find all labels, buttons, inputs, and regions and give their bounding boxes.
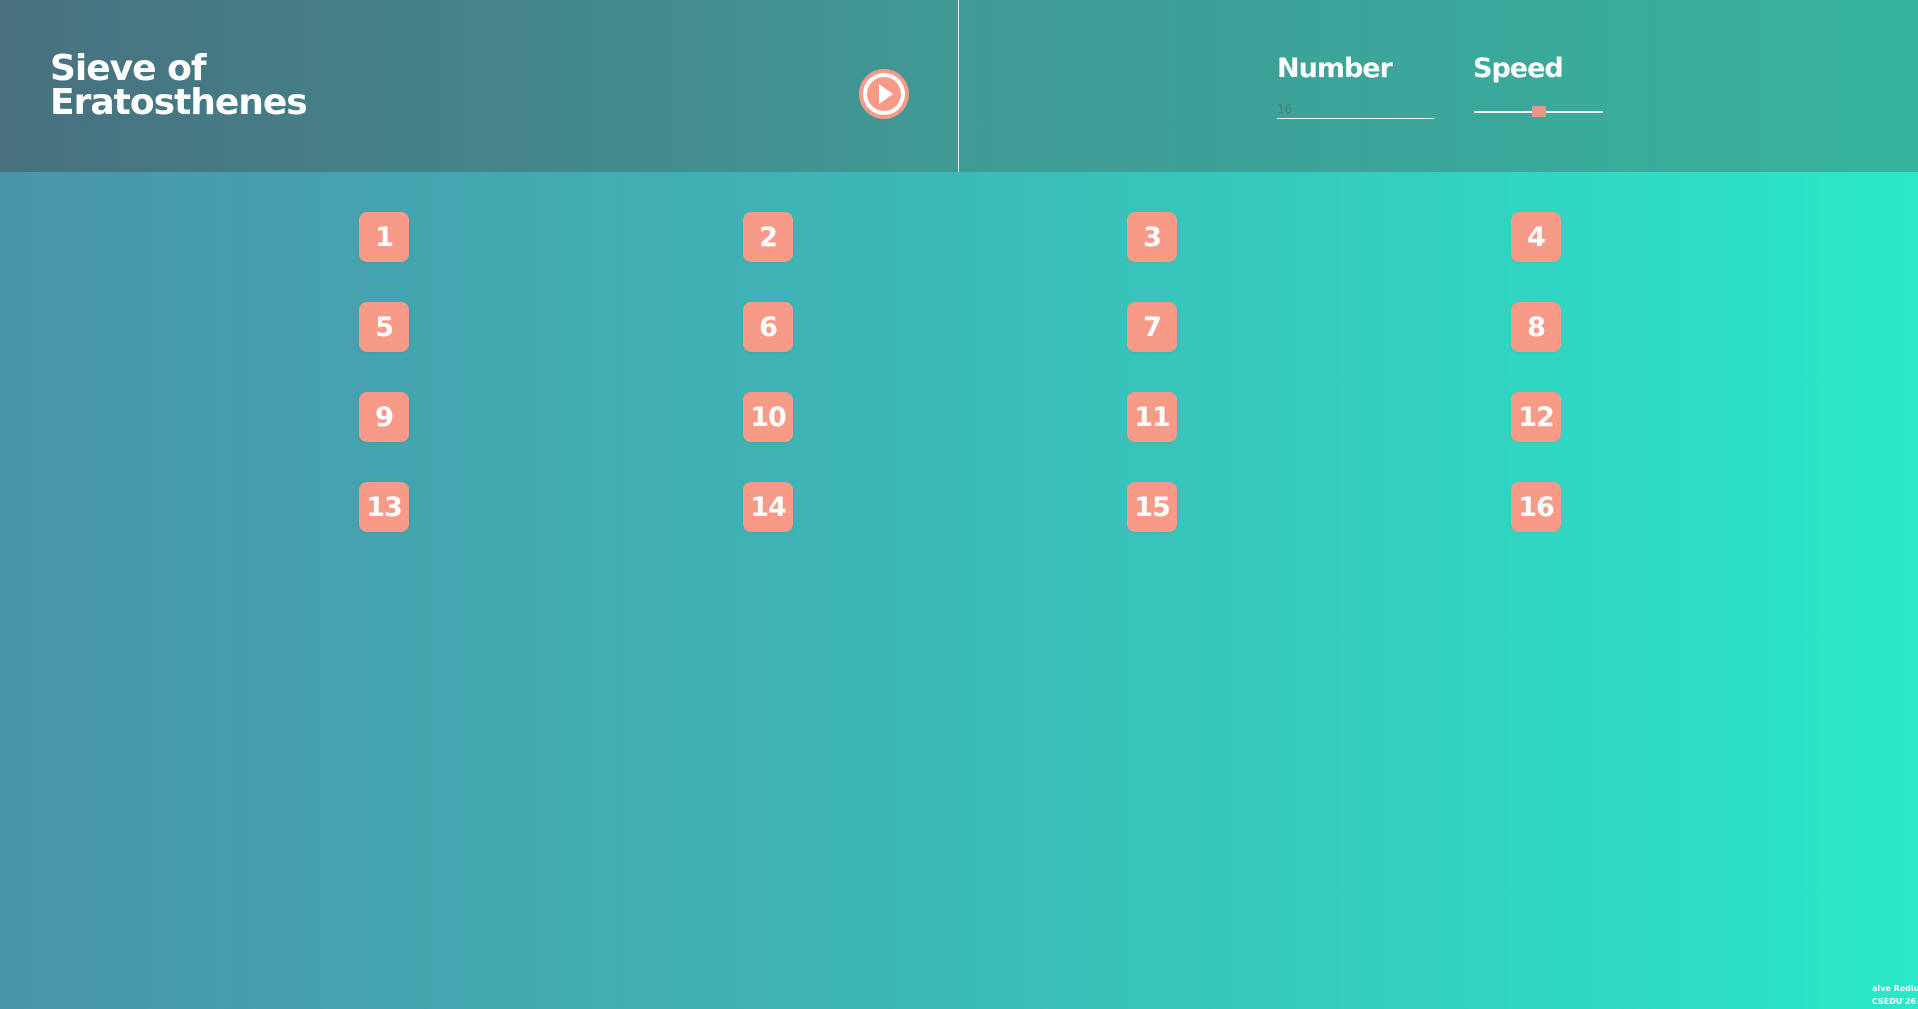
number-cell: 13 xyxy=(359,482,409,532)
number-cell: 11 xyxy=(1127,392,1177,442)
number-cell: 1 xyxy=(359,212,409,262)
number-cell: 2 xyxy=(743,212,793,262)
number-cell: 8 xyxy=(1511,302,1561,352)
footer-line-2: CSEDU'26 xyxy=(1872,997,1916,1006)
number-cell: 12 xyxy=(1511,392,1561,442)
footer-line-1: alve Rediuar xyxy=(1872,984,1918,993)
number-cell: 4 xyxy=(1511,212,1561,262)
number-cell: 6 xyxy=(743,302,793,352)
number-cell: 16 xyxy=(1511,482,1561,532)
number-cell: 3 xyxy=(1127,212,1177,262)
number-cell: 14 xyxy=(743,482,793,532)
number-cell: 7 xyxy=(1127,302,1177,352)
number-cell: 9 xyxy=(359,392,409,442)
number-grid: 1 2 3 4 5 6 7 8 9 10 11 12 13 14 15 16 xyxy=(0,0,1918,1009)
number-cell: 5 xyxy=(359,302,409,352)
number-cell: 15 xyxy=(1127,482,1177,532)
number-cell: 10 xyxy=(743,392,793,442)
footer-credit: alve Rediuar CSEDU'26 xyxy=(1872,982,1918,1008)
